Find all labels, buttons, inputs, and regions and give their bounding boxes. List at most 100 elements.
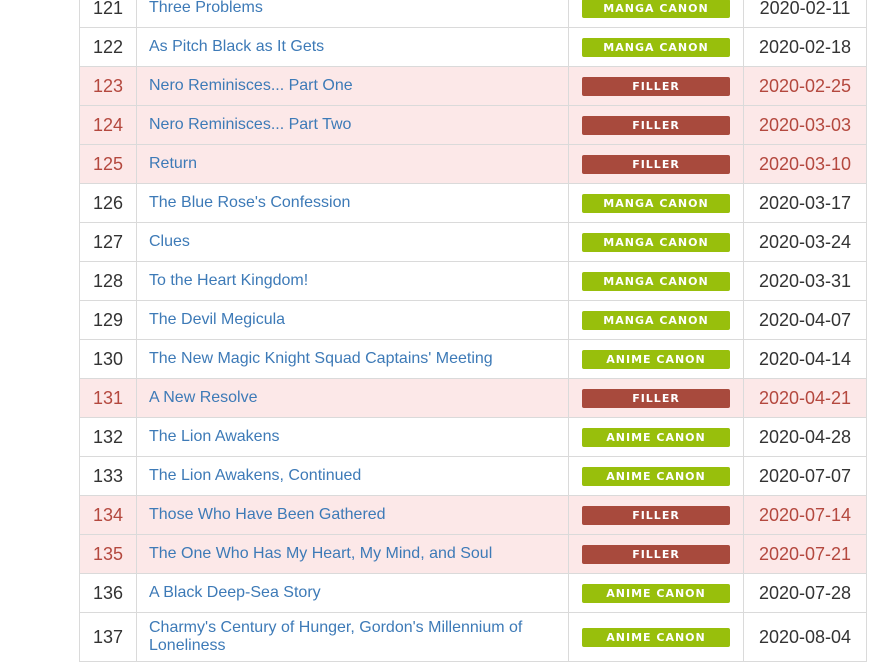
- episode-type-cell: ANIME CANON: [568, 417, 744, 457]
- episode-row: 131 A New Resolve FILLER 2020-04-21: [79, 378, 867, 418]
- episode-title-cell: Charmy's Century of Hunger, Gordon's Mil…: [136, 612, 569, 662]
- episode-type-cell: MANGA CANON: [568, 222, 744, 262]
- manga-canon-badge: MANGA CANON: [582, 193, 730, 213]
- anime-canon-badge: ANIME CANON: [582, 466, 730, 486]
- episode-row: 126 The Blue Rose's Confession MANGA CANON…: [79, 183, 867, 223]
- episode-type-cell: MANGA CANON: [568, 300, 744, 340]
- episode-title-link[interactable]: Nero Reminisces... Part Two: [149, 116, 351, 133]
- episode-title-link[interactable]: Clues: [149, 233, 190, 250]
- episode-title-cell: Clues: [136, 222, 569, 262]
- manga-canon-badge: MANGA CANON: [582, 37, 730, 57]
- episode-title-link[interactable]: The Devil Megicula: [149, 311, 285, 328]
- episode-title-link[interactable]: Return: [149, 155, 197, 172]
- episode-title-link[interactable]: The New Magic Knight Squad Captains' Mee…: [149, 350, 493, 367]
- episode-airdate: 2020-07-07: [743, 456, 867, 496]
- episode-title-cell: The One Who Has My Heart, My Mind, and S…: [136, 534, 569, 574]
- episode-row: 128 To the Heart Kingdom! MANGA CANON 2020-…: [79, 261, 867, 301]
- episode-title-link[interactable]: Charmy's Century of Hunger, Gordon's Mil…: [149, 619, 522, 654]
- episode-type-cell: ANIME CANON: [568, 612, 744, 662]
- manga-canon-badge: MANGA CANON: [582, 310, 730, 330]
- episode-row: 135 The One Who Has My Heart, My Mind, an…: [79, 534, 867, 574]
- episode-type-cell: MANGA CANON: [568, 261, 744, 301]
- episode-number: 130: [79, 339, 137, 379]
- episode-title-link[interactable]: Three Problems: [149, 0, 263, 16]
- episode-number: 128: [79, 261, 137, 301]
- episode-title-cell: Nero Reminisces... Part Two: [136, 105, 569, 145]
- episode-airdate: 2020-02-11: [743, 0, 867, 28]
- episode-airdate: 2020-04-28: [743, 417, 867, 457]
- episode-title-link[interactable]: The Lion Awakens: [149, 428, 279, 445]
- filler-badge: FILLER: [582, 115, 730, 135]
- episode-row: 133 The Lion Awakens, Continued ANIME CANO…: [79, 456, 867, 496]
- episode-title-link[interactable]: As Pitch Black as It Gets: [149, 38, 324, 55]
- episode-title-link[interactable]: To the Heart Kingdom!: [149, 272, 308, 289]
- episode-type-cell: FILLER: [568, 534, 744, 574]
- episode-row: 134 Those Who Have Been Gathered FILLER 202…: [79, 495, 867, 535]
- episode-number: 125: [79, 144, 137, 184]
- episode-airdate: 2020-03-24: [743, 222, 867, 262]
- episode-number: 127: [79, 222, 137, 262]
- episode-row: 127 Clues MANGA CANON 2020-03-24: [79, 222, 867, 262]
- filler-badge: FILLER: [582, 544, 730, 564]
- episode-title-link[interactable]: The Lion Awakens, Continued: [149, 467, 361, 484]
- episode-row: 122 As Pitch Black as It Gets MANGA CANON 2…: [79, 27, 867, 67]
- episode-title-cell: A Black Deep-Sea Story: [136, 573, 569, 613]
- episode-airdate: 2020-07-21: [743, 534, 867, 574]
- episode-title-cell: Three Problems: [136, 0, 569, 28]
- episode-table: 121 Three Problems MANGA CANON 2020-02-11 12…: [79, 0, 867, 662]
- episode-title-link[interactable]: Nero Reminisces... Part One: [149, 77, 353, 94]
- episode-airdate: 2020-03-17: [743, 183, 867, 223]
- manga-canon-badge: MANGA CANON: [582, 0, 730, 18]
- filler-badge: FILLER: [582, 154, 730, 174]
- episode-row: 130 The New Magic Knight Squad Captains' …: [79, 339, 867, 379]
- episode-title-cell: To the Heart Kingdom!: [136, 261, 569, 301]
- episode-row: 123 Nero Reminisces... Part One FILLER 2020…: [79, 66, 867, 106]
- episode-airdate: 2020-03-31: [743, 261, 867, 301]
- episode-title-link[interactable]: A New Resolve: [149, 389, 258, 406]
- episode-airdate: 2020-03-03: [743, 105, 867, 145]
- manga-canon-badge: MANGA CANON: [582, 271, 730, 291]
- manga-canon-badge: MANGA CANON: [582, 232, 730, 252]
- episode-row: 121 Three Problems MANGA CANON 2020-02-11: [79, 0, 867, 28]
- episode-type-cell: ANIME CANON: [568, 339, 744, 379]
- episode-type-cell: FILLER: [568, 144, 744, 184]
- episode-title-cell: The Devil Megicula: [136, 300, 569, 340]
- episode-airdate: 2020-07-14: [743, 495, 867, 535]
- episode-row: 136 A Black Deep-Sea Story ANIME CANON 2020…: [79, 573, 867, 613]
- episode-title-link[interactable]: The One Who Has My Heart, My Mind, and S…: [149, 545, 492, 562]
- episode-title-link[interactable]: The Blue Rose's Confession: [149, 194, 350, 211]
- episode-number: 121: [79, 0, 137, 28]
- episode-number: 126: [79, 183, 137, 223]
- episode-airdate: 2020-02-18: [743, 27, 867, 67]
- episode-number: 135: [79, 534, 137, 574]
- episode-row: 137 Charmy's Century of Hunger, Gordon's …: [79, 612, 867, 662]
- anime-canon-badge: ANIME CANON: [582, 583, 730, 603]
- anime-canon-badge: ANIME CANON: [582, 427, 730, 447]
- episode-row: 132 The Lion Awakens ANIME CANON 2020-04-28: [79, 417, 867, 457]
- episode-number: 123: [79, 66, 137, 106]
- filler-badge: FILLER: [582, 76, 730, 96]
- episode-title-link[interactable]: A Black Deep-Sea Story: [149, 584, 321, 601]
- episode-number: 132: [79, 417, 137, 457]
- episode-title-cell: Return: [136, 144, 569, 184]
- episode-title-cell: The Lion Awakens: [136, 417, 569, 457]
- episode-number: 133: [79, 456, 137, 496]
- episode-type-cell: MANGA CANON: [568, 0, 744, 28]
- episode-title-cell: A New Resolve: [136, 378, 569, 418]
- episode-type-cell: FILLER: [568, 378, 744, 418]
- episode-title-cell: The New Magic Knight Squad Captains' Mee…: [136, 339, 569, 379]
- episode-row: 129 The Devil Megicula MANGA CANON 2020-04-…: [79, 300, 867, 340]
- filler-badge: FILLER: [582, 388, 730, 408]
- episode-type-cell: MANGA CANON: [568, 27, 744, 67]
- episode-title-link[interactable]: Those Who Have Been Gathered: [149, 506, 386, 523]
- episode-airdate: 2020-04-07: [743, 300, 867, 340]
- episode-number: 136: [79, 573, 137, 613]
- episode-type-cell: ANIME CANON: [568, 456, 744, 496]
- episode-number: 129: [79, 300, 137, 340]
- anime-canon-badge: ANIME CANON: [582, 349, 730, 369]
- episode-airdate: 2020-03-10: [743, 144, 867, 184]
- episode-title-cell: As Pitch Black as It Gets: [136, 27, 569, 67]
- episode-airdate: 2020-08-04: [743, 612, 867, 662]
- episode-airdate: 2020-04-21: [743, 378, 867, 418]
- episode-airdate: 2020-02-25: [743, 66, 867, 106]
